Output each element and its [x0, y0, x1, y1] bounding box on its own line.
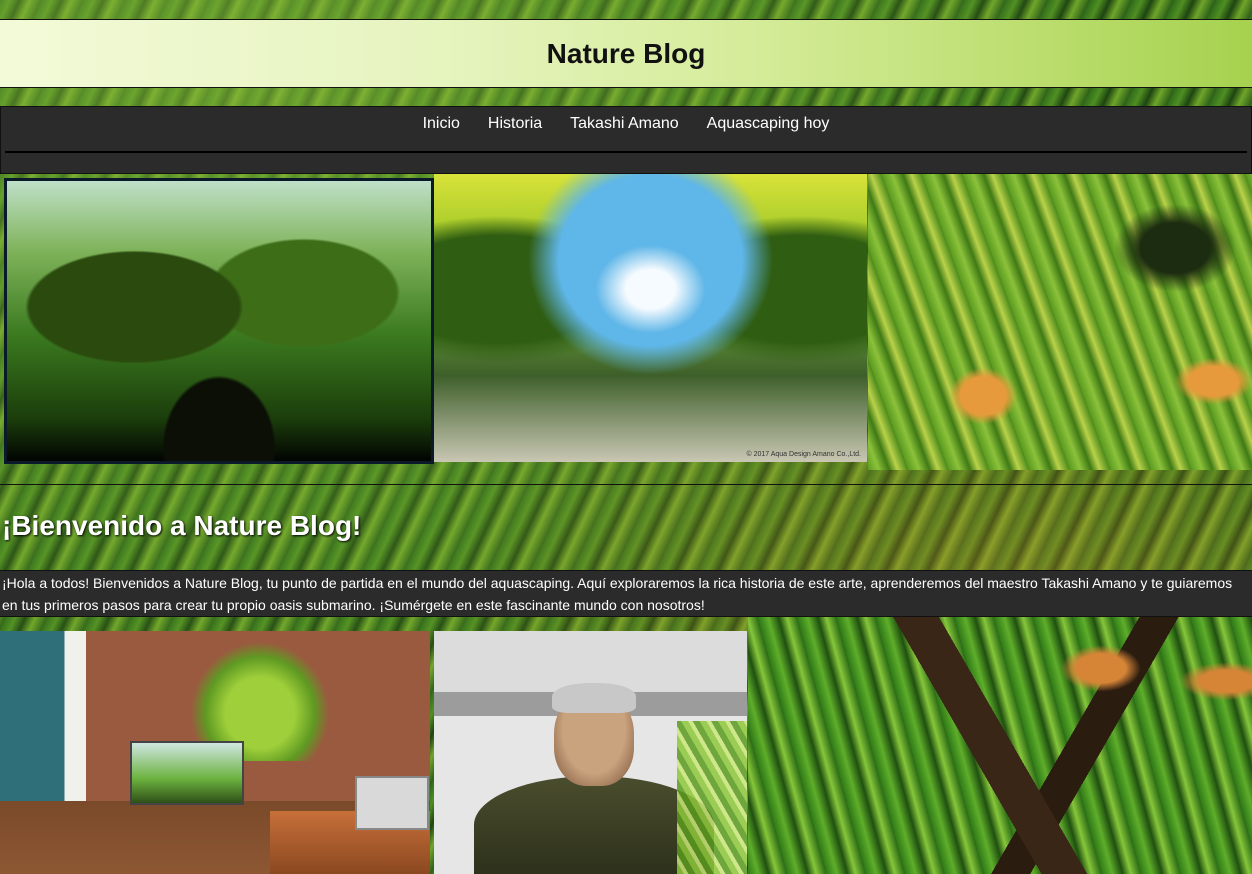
aquarium-image-1 — [4, 178, 434, 464]
intro-panel: ¡Hola a todos! Bienvenidos a Nature Blog… — [0, 570, 1252, 617]
background-foliage-strip — [0, 0, 1252, 19]
aquarium-store-image — [0, 631, 430, 874]
section-divider — [0, 484, 1252, 485]
aquarium-plants — [677, 721, 747, 874]
nav-links: Inicio Historia Takashi Amano Aquascapin… — [1, 107, 1251, 133]
aquarium-image-2: © 2017 Aqua Design Amano Co.,Ltd. — [434, 174, 867, 462]
nav-divider — [5, 151, 1247, 153]
nav-link-takashi-amano[interactable]: Takashi Amano — [570, 115, 679, 133]
store-monitor — [355, 776, 429, 830]
intro-text: ¡Hola a todos! Bienvenidos a Nature Blog… — [2, 575, 1233, 613]
nav-link-historia[interactable]: Historia — [488, 115, 542, 133]
roots-fish-image — [748, 617, 1252, 874]
person-hair — [552, 683, 636, 713]
store-aquarium — [130, 741, 244, 805]
page-title: Nature Blog — [546, 37, 706, 69]
nav-link-inicio[interactable]: Inicio — [423, 115, 460, 133]
fish-plants-image — [868, 174, 1252, 470]
site-header: Nature Blog — [0, 19, 1252, 88]
takashi-amano-photo — [434, 631, 747, 874]
image-credit: © 2017 Aqua Design Amano Co.,Ltd. — [746, 451, 861, 458]
welcome-heading: ¡Bienvenido a Nature Blog! — [2, 510, 362, 541]
nav-link-aquascaping-hoy[interactable]: Aquascaping hoy — [707, 115, 830, 133]
main-nav: Inicio Historia Takashi Amano Aquascapin… — [0, 106, 1252, 174]
